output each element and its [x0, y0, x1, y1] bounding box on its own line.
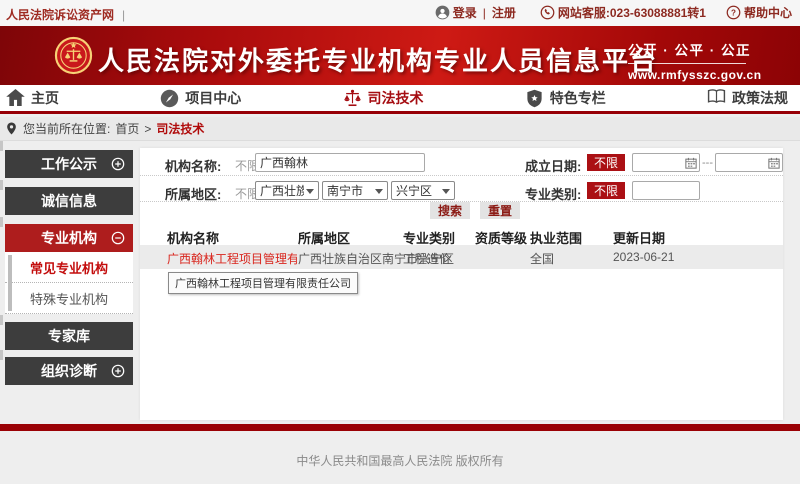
sidebar-notch	[0, 315, 3, 325]
help-icon: ?	[726, 5, 741, 20]
sidebar-subitem-common-orgs[interactable]: 常见专业机构	[5, 252, 133, 283]
sidebar-item-label: 诚信信息	[41, 191, 97, 211]
sidebar-item-label: 组织诊断	[41, 361, 97, 381]
topbar-separator: |	[122, 8, 125, 22]
nav-policy[interactable]: 政策法规	[707, 88, 788, 108]
site-title: 人民法院对外委托专业机构专业人员信息平台	[98, 41, 658, 78]
nav-policy-label: 政策法规	[732, 88, 788, 108]
cell-date: 2023-06-21	[613, 250, 674, 264]
cell-scope: 全国	[530, 250, 554, 267]
breadcrumb-prefix: 您当前所在位置:	[23, 120, 110, 137]
top-utility-bar: 人民法院诉讼资产网 | 登录 | 注册 网站客服:023-63088881转1	[0, 0, 800, 26]
founded-unlimited-button[interactable]: 不限	[587, 154, 625, 171]
breadcrumb-separator: >	[144, 122, 151, 136]
court-emblem-icon	[54, 36, 93, 75]
register-link[interactable]: 注册	[492, 4, 516, 21]
sidebar-notch	[0, 217, 3, 227]
login-register-divider: |	[483, 6, 486, 20]
sidebar-item-label: 专业机构	[41, 228, 97, 248]
org-name-input[interactable]	[255, 153, 425, 172]
site-slogan: 公开 · 公平 · 公正	[628, 39, 746, 59]
professional-orgs-submenu: 常见专业机构 特殊专业机构	[5, 252, 133, 314]
province-value: 广西壮族自治	[260, 182, 304, 199]
category-label: 专业类别:	[525, 184, 581, 203]
org-name-link[interactable]: 广西翰林工程项目管理有限责任...	[167, 250, 297, 267]
region-label: 所属地区:	[165, 184, 221, 203]
collapse-minus-icon	[111, 231, 125, 245]
main-nav: 主页 项目中心 司法技术 特色专栏 政策法规	[0, 85, 800, 114]
sidebar-item-expert-pool[interactable]: 专家库	[5, 322, 133, 350]
user-icon	[435, 5, 450, 20]
footer-red-bar	[0, 424, 800, 431]
org-name-tooltip: 广西翰林工程项目管理有限责任公司	[168, 272, 358, 294]
site-banner: 人民法院对外委托专业机构专业人员信息平台 公开 · 公平 · 公正 www.rm…	[0, 26, 800, 85]
project-icon	[160, 89, 179, 108]
date-range-separator: ---	[702, 157, 713, 169]
sidebar-item-org-diagnosis[interactable]: 组织诊断	[5, 357, 133, 385]
badge-icon	[525, 89, 544, 108]
city-select[interactable]: 南宁市	[322, 181, 388, 200]
nav-special-column-label: 特色专栏	[550, 88, 606, 108]
sidebar-item-label: 工作公示	[41, 154, 97, 174]
breadcrumb-current: 司法技术	[156, 120, 204, 137]
scales-icon	[343, 89, 362, 108]
province-select[interactable]: 广西壮族自治	[255, 181, 319, 200]
login-link[interactable]: 登录	[453, 4, 477, 21]
table-row: 广西翰林工程项目管理有限责任... 广西壮族自治区南宁市兴宁区 工程造价 全国 …	[140, 245, 783, 269]
sidebar-subitem-special-orgs[interactable]: 特殊专业机构	[5, 283, 133, 314]
page: 人民法院诉讼资产网 | 登录 | 注册 网站客服:023-63088881转1	[0, 0, 800, 484]
nav-judicial-tech-label: 司法技术	[368, 88, 424, 108]
expand-plus-icon	[111, 364, 125, 378]
book-icon	[707, 89, 726, 108]
reset-button[interactable]: 重置	[480, 202, 520, 219]
nav-home-label: 主页	[31, 88, 59, 108]
nav-judicial-tech[interactable]: 司法技术	[343, 88, 424, 108]
org-name-label: 机构名称:	[165, 156, 221, 175]
sidebar-item-label: 专家库	[48, 326, 90, 346]
cell-category: 工程造价	[403, 250, 451, 267]
category-unlimited-button[interactable]: 不限	[587, 182, 625, 199]
breadcrumb-home[interactable]: 首页	[115, 120, 139, 137]
svg-text:?: ?	[731, 8, 736, 17]
sidebar-notch	[0, 141, 3, 151]
sidebar-item-integrity-info[interactable]: 诚信信息	[5, 187, 133, 215]
calendar-icon[interactable]	[768, 156, 780, 168]
nav-project-label: 项目中心	[185, 88, 241, 108]
site-url: www.rmfysszc.gov.cn	[628, 68, 746, 82]
search-button[interactable]: 搜索	[430, 202, 470, 219]
city-value: 南宁市	[327, 182, 363, 199]
location-pin-icon	[5, 122, 18, 135]
district-select[interactable]: 兴宁区	[391, 181, 455, 200]
content-panel: 机构名称: 不限 成立日期: 不限 --- 所属地区: 不限 广西壮族自治 南宁…	[140, 148, 783, 420]
sidebar-notch	[0, 350, 3, 360]
breadcrumb: 您当前所在位置: 首页 > 司法技术	[0, 117, 800, 141]
expand-plus-icon	[111, 157, 125, 171]
nav-home[interactable]: 主页	[6, 88, 59, 108]
nav-project-center[interactable]: 项目中心	[160, 88, 241, 108]
sidebar-item-work-publicity[interactable]: 工作公示	[5, 150, 133, 178]
customer-service-text: 网站客服:023-63088881转1	[558, 4, 706, 21]
calendar-icon[interactable]	[685, 156, 697, 168]
district-value: 兴宁区	[396, 182, 432, 199]
slogan-divider	[628, 63, 746, 64]
home-icon	[6, 89, 25, 108]
sister-site-link[interactable]: 人民法院诉讼资产网	[6, 6, 114, 23]
category-input[interactable]	[632, 181, 700, 200]
sidebar-item-professional-orgs[interactable]: 专业机构	[5, 224, 133, 252]
founded-date-label: 成立日期:	[525, 156, 581, 175]
nav-special-column[interactable]: 特色专栏	[525, 88, 606, 108]
help-center-link[interactable]: 帮助中心	[744, 4, 792, 21]
sidebar-notch	[0, 180, 3, 190]
footer-copyright: 中华人民共和国最高人民法院 版权所有	[0, 452, 800, 469]
phone-icon	[540, 5, 555, 20]
